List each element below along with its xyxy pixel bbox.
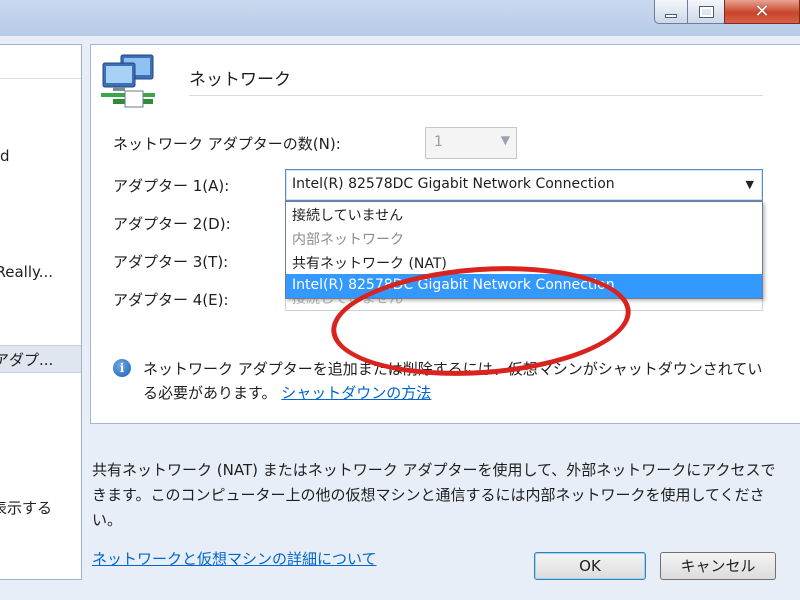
adapter3-label: アダプター 3(T): xyxy=(113,253,229,271)
shutdown-help-link[interactable]: シャットダウンの方法 xyxy=(281,384,431,402)
list-divider xyxy=(0,78,81,79)
adapter-count-value: 1 xyxy=(434,134,443,150)
list-item-network-adapter[interactable]: アダプ... xyxy=(0,345,81,373)
adapter1-select[interactable]: Intel(R) 82578DC Gigabit Network Connect… xyxy=(285,169,763,201)
close-button[interactable]: ✕ xyxy=(724,0,800,24)
network-description: 共有ネットワーク (NAT) またはネットワーク アダプターを使用して、外部ネッ… xyxy=(92,461,776,529)
info-icon: i xyxy=(113,359,131,377)
dropdown-option-disconnected[interactable]: 接続していません xyxy=(286,202,762,226)
adapter1-value: Intel(R) 82578DC Gigabit Network Connect… xyxy=(292,176,615,192)
dropdown-option-internal[interactable]: 内部ネットワーク xyxy=(286,226,762,250)
chevron-down-icon: ▼ xyxy=(500,133,510,147)
settings-list-pane: d uReally... アダプ... 表示する xyxy=(0,44,82,580)
minimize-icon xyxy=(665,13,677,18)
adapter-count-select[interactable]: 1 ▼ xyxy=(425,127,517,159)
network-settings-panel: ネットワーク ネットワーク アダプターの数(N): 1 ▼ アダプター 1(A)… xyxy=(90,44,800,424)
maximize-icon xyxy=(698,5,714,18)
chevron-down-icon: ▼ xyxy=(745,178,754,191)
adapter1-label: アダプター 1(A): xyxy=(113,177,230,195)
network-details-link[interactable]: ネットワークと仮想マシンの詳細について xyxy=(92,548,377,569)
maximize-button[interactable] xyxy=(687,0,725,24)
close-icon: ✕ xyxy=(754,0,770,22)
ok-button[interactable]: OK xyxy=(534,552,646,580)
section-title: ネットワーク xyxy=(189,70,291,90)
network-icon xyxy=(101,54,155,108)
cancel-button[interactable]: キャンセル xyxy=(660,552,776,580)
title-divider xyxy=(189,95,763,96)
adapter2-label: アダプター 2(D): xyxy=(113,215,231,233)
adapter-count-label: ネットワーク アダプターの数(N): xyxy=(113,135,341,153)
minimize-button[interactable] xyxy=(654,0,688,24)
adapter4-label: アダプター 4(E): xyxy=(113,291,229,309)
